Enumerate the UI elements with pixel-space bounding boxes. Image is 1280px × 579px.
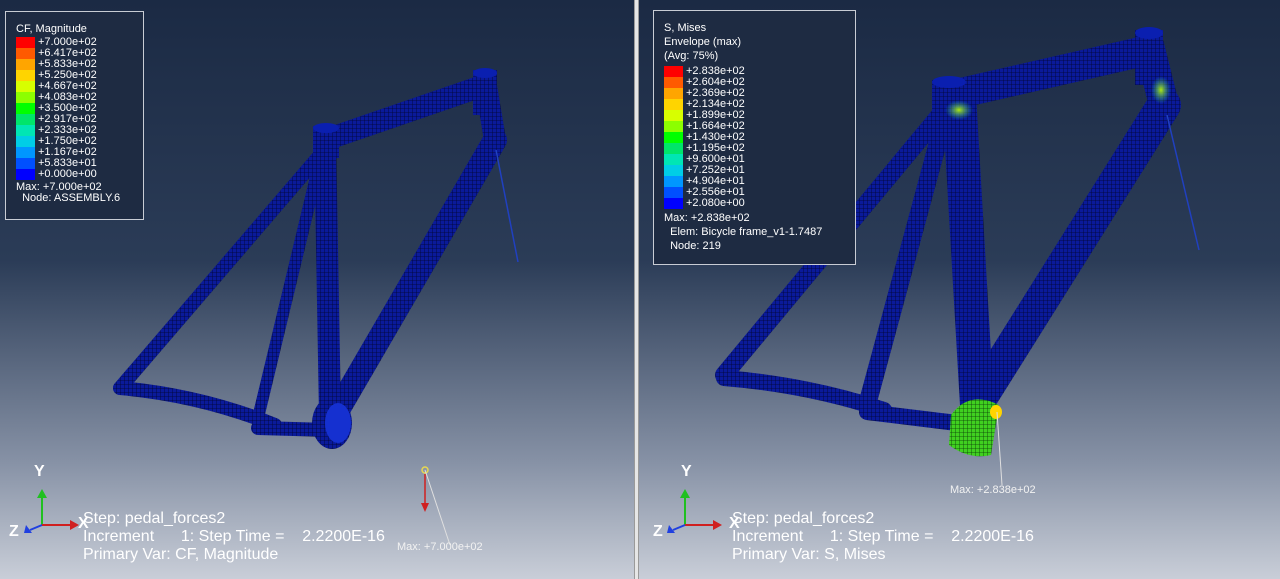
axis-triad	[667, 489, 722, 533]
head-tube	[473, 68, 497, 115]
seat-tube-top	[313, 123, 339, 158]
legend-swatch	[16, 70, 35, 81]
stress-hotspot-seat	[945, 100, 973, 120]
axis-z-label: Z	[9, 523, 19, 540]
fork-line	[1166, 114, 1200, 251]
legend-swatch	[16, 136, 35, 147]
legend-swatch	[16, 125, 35, 136]
status-primary-var: Primary Var: S, Mises	[732, 546, 886, 563]
legend-value: +2.080e+00	[686, 197, 745, 209]
legend-swatch	[664, 198, 683, 209]
legend-swatch	[664, 143, 683, 154]
legend-swatch	[664, 88, 683, 99]
legend-swatch	[664, 132, 683, 143]
legend-swatch	[16, 147, 35, 158]
legend-node: Node: 219	[664, 240, 721, 252]
legend-swatch	[16, 114, 35, 125]
viewport-s-mises[interactable]: S, Mises Envelope (max) (Avg: 75%) +2.83…	[639, 0, 1280, 579]
bottom-bracket	[312, 397, 352, 449]
legend-swatch	[16, 169, 35, 180]
axis-y-label: Y	[681, 463, 692, 480]
status-step: Step: pedal_forces2	[732, 510, 875, 527]
legend-swatch	[664, 66, 683, 77]
legend-swatch	[16, 59, 35, 70]
legend-title: CF, Magnitude	[16, 23, 87, 35]
legend-title: S, Mises	[664, 22, 707, 34]
legend-swatch	[16, 92, 35, 103]
max-annotation: Max: +2.838e+02	[950, 484, 1036, 496]
legend-swatch	[664, 77, 683, 88]
force-arrow	[421, 466, 451, 546]
bottom-bracket-stressed	[949, 399, 1002, 457]
legend-subtitle-avg: (Avg: 75%)	[664, 50, 719, 62]
legend-subtitle-envelope: Envelope (max)	[664, 36, 742, 48]
legend-swatch	[664, 99, 683, 110]
legend-elem: Elem: Bicycle frame_v1-1.7487	[664, 226, 823, 238]
legend-swatch	[16, 48, 35, 59]
status-step: Step: pedal_forces2	[83, 510, 226, 527]
status-primary-var: Primary Var: CF, Magnitude	[83, 546, 279, 563]
legend-swatch	[16, 103, 35, 114]
legend-node: Node: ASSEMBLY.6	[16, 192, 121, 204]
legend-swatch	[16, 158, 35, 169]
legend-swatch	[664, 154, 683, 165]
fork-line	[495, 149, 519, 263]
legend-cf-magnitude: CF, Magnitude +7.000e+02 +6.417e+02 +5.833…	[5, 11, 144, 220]
legend-swatch	[16, 81, 35, 92]
legend-s-mises: S, Mises Envelope (max) (Avg: 75%) +2.83…	[653, 10, 856, 265]
status-increment: Increment 1: Step Time = 2.2200E-16	[83, 528, 385, 545]
legend-rows: +2.838e+02 +2.604e+02 +2.369e+02 +2.134e+02…	[664, 66, 855, 209]
legend-value: +0.000e+00	[38, 168, 97, 180]
max-annotation: Max: +7.000e+02	[397, 541, 483, 553]
legend-swatch	[664, 121, 683, 132]
axis-y-label: Y	[34, 463, 45, 480]
legend-max: Max: +2.838e+02	[664, 212, 750, 224]
legend-rows: +7.000e+02 +6.417e+02 +5.833e+02 +5.250e+02…	[16, 37, 143, 180]
legend-swatch	[16, 37, 35, 48]
legend-swatch	[664, 165, 683, 176]
viewport-cf-magnitude[interactable]: CF, Magnitude +7.000e+02 +6.417e+02 +5.833…	[0, 0, 634, 579]
legend-entry: +0.000e+00	[16, 169, 143, 180]
head-tube	[1135, 27, 1163, 85]
stress-hotspot-head	[1151, 76, 1171, 104]
legend-swatch	[664, 176, 683, 187]
axis-z-label: Z	[653, 523, 663, 540]
legend-entry: +2.080e+00	[664, 198, 855, 209]
legend-swatch	[664, 187, 683, 198]
status-increment: Increment 1: Step Time = 2.2200E-16	[732, 528, 1034, 545]
max-leader-line	[996, 411, 1003, 486]
legend-swatch	[664, 110, 683, 121]
